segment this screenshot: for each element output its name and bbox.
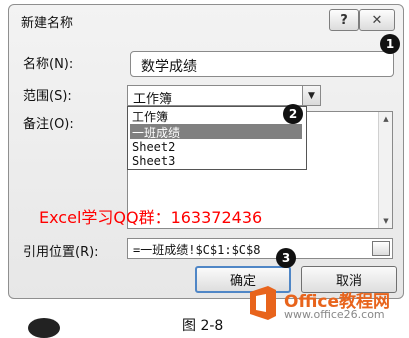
scope-select-value: 工作簿 (133, 92, 173, 107)
help-button[interactable]: ? (329, 9, 359, 31)
name-input[interactable]: 数学成绩 (130, 51, 394, 77)
scope-option-workbook[interactable]: 工作簿 (132, 108, 168, 125)
ref-input-value: =一班成绩!$C$1:$C$8 (133, 243, 261, 257)
scope-option-sheet3[interactable]: Sheet3 (132, 154, 175, 168)
decorative-blob (28, 318, 60, 338)
office26-logo: Office教程网 www.office26.com (246, 284, 401, 328)
close-icon: ✕ (371, 12, 383, 28)
close-button[interactable]: ✕ (359, 9, 395, 31)
figure-caption: 图 2-8 (182, 318, 224, 334)
scroll-up-arrow-icon[interactable]: ▲ (380, 113, 392, 125)
callout-marker-2: 2 (283, 104, 303, 124)
scope-select[interactable]: 工作簿 ▼ (127, 85, 321, 107)
collapse-dialog-icon[interactable] (372, 241, 390, 256)
scope-label: 范围(S): (23, 89, 72, 104)
dropdown-arrow-icon[interactable]: ▼ (302, 86, 320, 105)
ref-input[interactable]: =一班成绩!$C$1:$C$8 (127, 238, 393, 259)
scroll-down-arrow-icon[interactable]: ▼ (380, 215, 392, 227)
new-name-dialog: 新建名称 ? ✕ 名称(N): 数学成绩 范围(S): 备注(O): ▲ ▼ 工… (8, 4, 404, 299)
note-scrollbar[interactable]: ▲ ▼ (378, 112, 392, 228)
callout-marker-3: 3 (276, 248, 296, 268)
scope-option-sheet2[interactable]: Sheet2 (132, 140, 175, 154)
name-label: 名称(N): (23, 57, 74, 72)
scope-dropdown-list: 工作簿 一班成绩 Sheet2 Sheet3 (127, 106, 307, 170)
ref-label: 引用位置(R): (23, 245, 99, 260)
dialog-title: 新建名称 (21, 16, 74, 31)
note-label: 备注(O): (23, 117, 74, 132)
qq-group-watermark: Excel学习QQ群：163372436 (39, 208, 263, 227)
office-logo-icon (250, 286, 276, 320)
scope-option-class1-selected[interactable]: 一班成绩 (130, 124, 302, 140)
callout-marker-1: 1 (380, 34, 400, 54)
logo-url: www.office26.com (284, 308, 385, 321)
name-input-value: 数学成绩 (141, 59, 197, 75)
